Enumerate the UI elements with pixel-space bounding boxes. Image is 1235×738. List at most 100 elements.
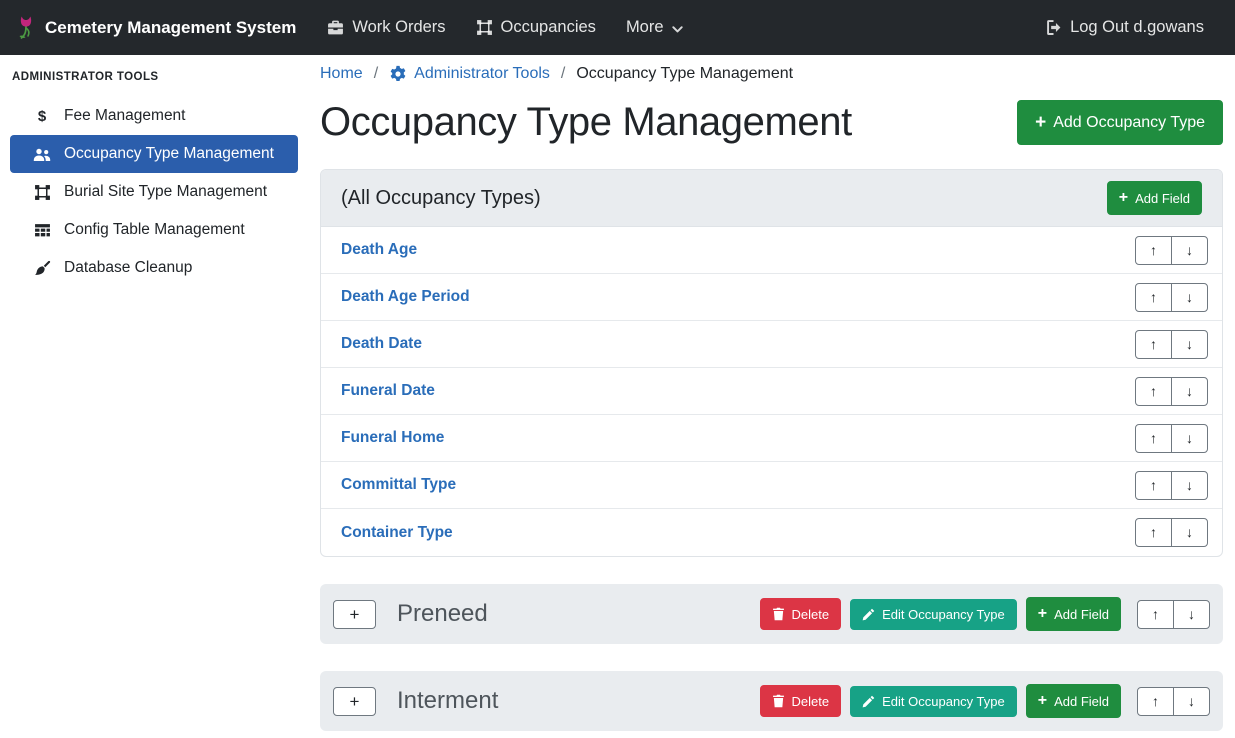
sidebar-item-label: Config Table Management [64,221,245,239]
add-field-button[interactable]: +Add Field [1026,597,1121,631]
field-link-death-date[interactable]: Death Date [341,335,422,353]
sidebar-item-label: Occupancy Type Management [64,145,274,163]
add-field-button[interactable]: + Add Field [1107,181,1202,215]
add-occupancy-type-label: Add Occupancy Type [1053,115,1205,131]
breadcrumb: Home/Administrator Tools/Occupancy Type … [320,65,1223,83]
move-up-button[interactable]: ↑ [1135,377,1172,406]
navbar-item-work-orders[interactable]: Work Orders [312,18,460,37]
delete-button[interactable]: Delete [760,685,842,717]
trash-icon [772,607,785,621]
sidebar-item-occupancy-type-management[interactable]: Occupancy Type Management [10,135,298,173]
field-link-committal-type[interactable]: Committal Type [341,476,456,494]
burial-site-icon [32,184,52,201]
field-link-death-age-period[interactable]: Death Age Period [341,288,470,306]
sidebar-items: $Fee Management Occupancy Type Management… [10,97,298,287]
move-down-button[interactable]: ↓ [1171,424,1208,453]
reorder-buttons: ↑↓ [1135,424,1208,453]
button-label: Delete [792,608,830,621]
move-down-button[interactable]: ↓ [1171,471,1208,500]
breadcrumb-item-administrator-tools[interactable]: Administrator Tools [389,65,550,83]
arrow-down-icon: ↓ [1186,431,1193,446]
flower-logo-icon [16,15,36,41]
move-up-button[interactable]: ↑ [1135,424,1172,453]
field-link-funeral-home[interactable]: Funeral Home [341,429,444,447]
arrow-down-icon: ↓ [1186,525,1193,540]
arrow-down-icon: ↓ [1186,337,1193,352]
move-up-button[interactable]: ↑ [1137,600,1174,629]
arrow-up-icon: ↑ [1150,337,1157,352]
field-row: Funeral Home↑↓ [321,415,1222,462]
field-link-funeral-date[interactable]: Funeral Date [341,382,435,400]
sidebar-item-burial-site-type-management[interactable]: Burial Site Type Management [10,173,298,211]
move-down-button[interactable]: ↓ [1171,330,1208,359]
move-up-button[interactable]: ↑ [1135,330,1172,359]
plus-icon: + [1119,190,1128,206]
arrow-up-icon: ↑ [1150,243,1157,258]
expand-section-button[interactable]: + [333,687,376,716]
plus-icon: + [350,606,360,623]
add-occupancy-type-button[interactable]: + Add Occupancy Type [1017,100,1223,145]
field-row: Death Age Period ↑ ↓ [321,274,1222,321]
occupancy-type-section-preneed: +PreneedDeleteEdit Occupancy Type+Add Fi… [320,584,1223,644]
navbar-right: Log Out d.gowans [1030,18,1219,37]
logout-label: Log Out d.gowans [1070,18,1204,37]
move-down-button[interactable]: ↓ [1173,600,1210,629]
navbar-item-occupancies[interactable]: Occupancies [461,18,611,37]
arrow-down-icon: ↓ [1188,607,1195,622]
move-down-button[interactable]: ↓ [1171,283,1208,312]
arrow-up-icon: ↑ [1150,384,1157,399]
navbar-item-more[interactable]: More [611,18,699,37]
brand[interactable]: Cemetery Management System [16,15,296,41]
cleanup-icon [32,260,52,277]
move-down-button[interactable]: ↓ [1171,377,1208,406]
breadcrumb-item-home[interactable]: Home [320,65,363,83]
plus-icon: + [1035,113,1046,132]
add-field-button[interactable]: +Add Field [1026,684,1121,718]
pencil-icon [862,608,875,621]
delete-button[interactable]: Delete [760,598,842,630]
move-up-button[interactable]: ↑ [1135,283,1172,312]
breadcrumb-separator: / [561,65,565,83]
plus-icon: + [1038,693,1047,709]
navbar-menu: Work Orders OccupanciesMore [312,18,698,37]
config-table-icon [32,222,52,239]
field-row: Death Date ↑ ↓ [321,321,1222,368]
title-row: Occupancy Type Management + Add Occupanc… [320,100,1223,145]
field-link-death-age[interactable]: Death Age [341,241,417,259]
reorder-buttons: ↑↓ [1135,377,1208,406]
sidebar-item-config-table-management[interactable]: Config Table Management [10,211,298,249]
expand-section-button[interactable]: + [333,600,376,629]
pencil-icon [862,695,875,708]
move-up-button[interactable]: ↑ [1135,236,1172,265]
move-up-button[interactable]: ↑ [1135,471,1172,500]
sidebar-item-label: Burial Site Type Management [64,183,267,201]
navbar-item-label: Work Orders [352,18,445,37]
arrow-down-icon: ↓ [1186,243,1193,258]
edit-occupancy-type-button[interactable]: Edit Occupancy Type [850,599,1017,630]
logout-icon [1045,19,1062,36]
move-down-button[interactable]: ↓ [1171,236,1208,265]
move-down-button[interactable]: ↓ [1171,518,1208,547]
sidebar-item-database-cleanup[interactable]: Database Cleanup [10,249,298,287]
field-link-container-type[interactable]: Container Type [341,524,453,542]
move-up-button[interactable]: ↑ [1135,518,1172,547]
breadcrumb-label: Home [320,65,363,83]
logout-link[interactable]: Log Out d.gowans [1030,18,1219,37]
section-actions: Delete Edit Occupancy Type +Add Field ↑ ↓ [760,597,1210,631]
sidebar-heading: ADMINISTRATOR TOOLS [10,69,298,97]
occupancies-icon [476,19,493,36]
arrow-up-icon: ↑ [1150,290,1157,305]
arrow-up-icon: ↑ [1152,607,1159,622]
field-row: Death Age ↑ ↓ [321,227,1222,274]
move-down-button[interactable]: ↓ [1173,687,1210,716]
button-label: Edit Occupancy Type [882,695,1005,708]
add-field-label: Add Field [1135,192,1190,205]
edit-occupancy-type-button[interactable]: Edit Occupancy Type [850,686,1017,717]
reorder-buttons: ↑↓ [1135,518,1208,547]
breadcrumb-item-occupancy-type-management: Occupancy Type Management [576,65,793,83]
button-label: Delete [792,695,830,708]
sidebar-item-fee-management[interactable]: $Fee Management [10,97,298,135]
work-orders-icon [327,19,344,36]
move-up-button[interactable]: ↑ [1137,687,1174,716]
top-navbar: Cemetery Management System Work Orders Oc… [0,0,1235,55]
